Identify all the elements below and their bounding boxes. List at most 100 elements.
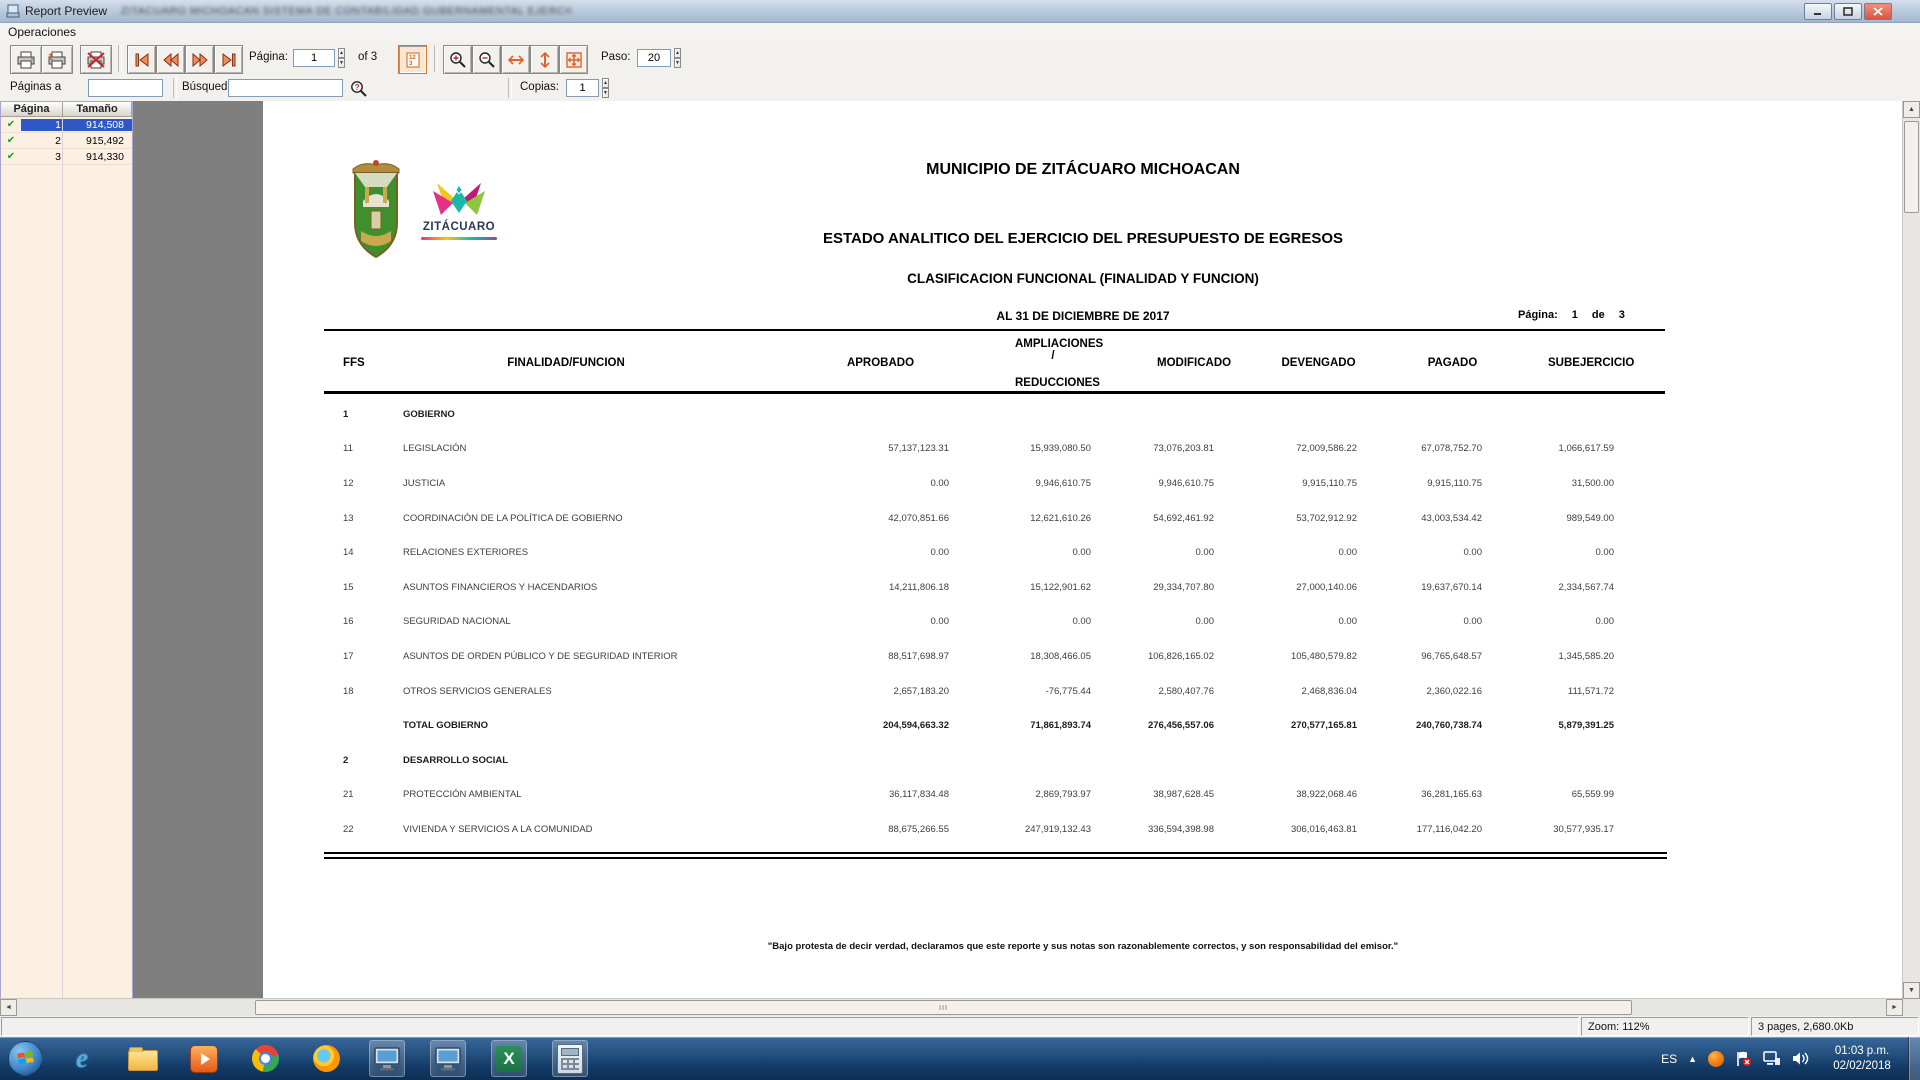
spin-down-icon[interactable]: ▼ — [674, 58, 681, 68]
taskbar-item-chrome[interactable] — [247, 1040, 283, 1077]
menubar: Operaciones — [0, 23, 1920, 42]
cell-value: 0.00 — [1338, 547, 1358, 559]
minimize-button[interactable] — [1804, 3, 1832, 20]
pagina-spinner[interactable]: ▲ ▼ — [335, 48, 348, 68]
cell-value: 27,000,140.06 — [1296, 581, 1357, 593]
paginas-a-input[interactable] — [88, 79, 163, 97]
cell-ffs: 16 — [343, 616, 354, 628]
print-current-page-button[interactable]: 1 — [41, 45, 73, 74]
action-center-flag-icon[interactable] — [1735, 1051, 1752, 1067]
language-indicator[interactable]: ES — [1661, 1052, 1677, 1066]
scroll-right-icon[interactable]: ► — [1886, 999, 1903, 1016]
spin-up-icon[interactable]: ▲ — [338, 48, 345, 58]
tray-expand-icon[interactable]: ▲ — [1688, 1054, 1697, 1064]
paginas-a-label: Páginas a — [10, 81, 62, 93]
report-doc-date: AL 31 DE DICIEMBRE DE 2017 — [996, 309, 1170, 323]
copias-input[interactable] — [566, 79, 599, 97]
antivirus-tray-icon[interactable] — [1708, 1050, 1724, 1067]
cell-value: 306,016,463.81 — [1290, 823, 1357, 835]
thumbnails-toggle-button[interactable]: 12 3 — [398, 45, 427, 74]
table-row: 13 COORDINACIÓN DE LA POLÍTICA DE GOBIERN… — [326, 501, 1663, 536]
spin-up-icon[interactable]: ▲ — [674, 48, 681, 58]
header-pagado: PAGADO — [1427, 357, 1478, 369]
taskbar-item-explorer[interactable] — [125, 1040, 161, 1077]
report-page-de: de — [1591, 309, 1605, 321]
copias-label: Copias: — [520, 81, 559, 93]
cancel-print-button[interactable] — [80, 45, 112, 74]
pagina-input[interactable] — [293, 49, 335, 67]
start-button[interactable] — [8, 1041, 43, 1076]
page-list-row[interactable]: ✔ 1 914,508 — [1, 117, 132, 133]
printer-one-icon: 1 — [48, 51, 66, 68]
page-number-cell: 2 — [55, 134, 61, 147]
cell-value: 0.00 — [1595, 547, 1615, 559]
page-list-row[interactable]: ✔ 3 914,330 — [1, 149, 132, 165]
column-header-pagina[interactable]: Página — [1, 102, 63, 117]
spin-up-icon[interactable]: ▲ — [602, 78, 609, 88]
cell-finalidad: DESARROLLO SOCIAL — [403, 754, 509, 766]
horizontal-scroll-thumb[interactable] — [255, 1000, 1632, 1015]
scroll-up-icon[interactable]: ▲ — [1903, 101, 1920, 118]
column-header-tamano[interactable]: Tamaño — [63, 102, 132, 117]
previous-page-button[interactable] — [156, 45, 185, 74]
cell-ffs: 14 — [343, 547, 354, 559]
taskbar-item-excel[interactable]: X — [491, 1040, 527, 1077]
page-list: ✔ 1 914,508 ✔ 2 915,492 ✔ 3 914,330 — [1, 117, 132, 165]
page-number-cell: 1 — [21, 118, 65, 131]
copias-spinner[interactable]: ▲ ▼ — [599, 78, 612, 98]
cell-value: 43,003,534.42 — [1421, 512, 1482, 524]
fit-page-button[interactable] — [559, 45, 588, 74]
cell-value: 9,946,610.75 — [1158, 477, 1214, 489]
taskbar-clock[interactable]: 01:03 p.m. 02/02/2018 — [1820, 1044, 1904, 1074]
volume-tray-icon[interactable] — [1792, 1051, 1809, 1066]
scroll-down-icon[interactable]: ▼ — [1903, 982, 1920, 999]
svg-text:1: 1 — [48, 52, 53, 62]
report-org-title: MUNICIPIO DE ZITÁCUARO MICHOACAN — [926, 161, 1240, 178]
cell-value: 247,919,132.43 — [1024, 823, 1091, 835]
spin-down-icon[interactable]: ▼ — [338, 58, 345, 68]
fit-height-button[interactable] — [530, 45, 559, 74]
cell-ffs: 15 — [343, 581, 354, 593]
search-button[interactable]: ? — [348, 79, 368, 98]
maximize-button[interactable] — [1834, 3, 1862, 20]
cell-value: 71,861,893.74 — [1030, 720, 1091, 732]
taskbar-item-media-player[interactable] — [186, 1040, 222, 1077]
zoom-in-button[interactable] — [443, 45, 472, 74]
busqueda-input[interactable] — [228, 79, 343, 97]
system-tray: ES ▲ 01:03 p.m. 02/02/2018 — [1661, 1037, 1904, 1080]
titlebar[interactable]: Report Preview ZITACUARO MICHOACAN SISTE… — [0, 0, 1920, 23]
taskbar-item-app-window-2[interactable] — [430, 1040, 466, 1077]
horizontal-scrollbar[interactable]: ◄ ► — [0, 998, 1903, 1016]
fit-width-button[interactable] — [501, 45, 530, 74]
print-button[interactable] — [10, 45, 42, 74]
next-page-button[interactable] — [185, 45, 214, 74]
vertical-scrollbar[interactable]: ▲ ▼ — [1902, 101, 1920, 999]
cell-ffs: 17 — [343, 650, 354, 662]
cell-value: 0.00 — [930, 547, 950, 559]
close-button[interactable] — [1864, 3, 1892, 20]
vertical-scroll-thumb[interactable] — [1904, 121, 1919, 213]
report-page-indicator: Página: 1 de 3 — [1518, 309, 1625, 321]
taskbar-item-calculator[interactable] — [552, 1040, 588, 1077]
last-page-button[interactable] — [214, 45, 243, 74]
show-desktop-button[interactable] — [1908, 1037, 1920, 1080]
first-page-button[interactable] — [127, 45, 156, 74]
scroll-left-icon[interactable]: ◄ — [0, 999, 17, 1016]
clock-date: 02/02/2018 — [1833, 1059, 1891, 1072]
check-icon: ✔ — [6, 151, 16, 162]
paso-spinner[interactable]: ▲ ▼ — [671, 48, 684, 68]
taskbar-item-app-window-1[interactable] — [369, 1040, 405, 1077]
taskbar-item-firefox[interactable] — [308, 1040, 344, 1077]
page-list-row[interactable]: ✔ 2 915,492 — [1, 133, 132, 149]
cell-value: 0.00 — [930, 616, 950, 628]
taskbar-item-internet-explorer[interactable]: e — [64, 1040, 100, 1077]
system-app-icon — [435, 1046, 461, 1070]
menu-operaciones[interactable]: Operaciones — [0, 25, 84, 39]
zoom-out-button[interactable] — [472, 45, 501, 74]
network-tray-icon[interactable] — [1763, 1051, 1781, 1066]
paso-input[interactable] — [637, 49, 671, 67]
preview-area: Página Tamaño ✔ 1 914,508 ✔ 2 915,492 ✔ 3 914,33… — [0, 101, 1920, 1016]
system-app-icon — [374, 1046, 400, 1070]
report-doc-title: ESTADO ANALITICO DEL EJERCICIO DEL PRESU… — [822, 230, 1344, 247]
spin-down-icon[interactable]: ▼ — [602, 88, 609, 98]
